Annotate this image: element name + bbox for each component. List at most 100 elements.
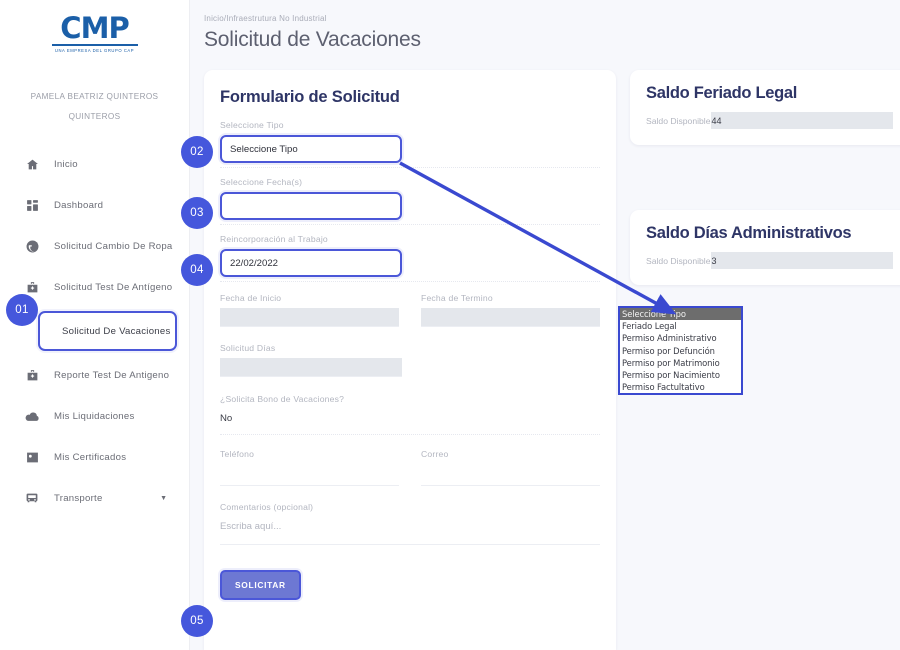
- divider: [220, 281, 600, 282]
- sidebar-item-label: Solicitud De Vacaciones: [62, 325, 171, 337]
- sidebar-item-label: Mis Liquidaciones: [54, 410, 135, 422]
- fechas-input[interactable]: [220, 192, 402, 220]
- field-comentarios-label: Comentarios (opcional): [220, 502, 314, 512]
- sidebar: CMP UNA EMPRESA DEL GRUPO CAP PAMELA BEA…: [0, 0, 190, 650]
- card-title: Saldo Días Administrativos: [646, 224, 852, 242]
- user-name-line2: QUINTEROS: [68, 112, 121, 121]
- card-label: Saldo Disponible: [646, 115, 711, 126]
- field-comentarios: Comentarios (opcional) Escriba aquí...: [220, 502, 600, 545]
- correo-input[interactable]: [421, 464, 600, 486]
- step-badge-04: 04: [181, 254, 213, 286]
- sidebar-item-mis-certificados[interactable]: Mis Certificados: [0, 440, 177, 474]
- reincorporacion-input[interactable]: 22/02/2022: [220, 249, 402, 277]
- fecha-inicio-input[interactable]: [220, 308, 399, 327]
- brand-logo: CMP UNA EMPRESA DEL GRUPO CAP: [0, 0, 189, 53]
- step-badge-05: 05: [181, 605, 213, 637]
- sidebar-item-transporte[interactable]: Transporte ▼: [0, 481, 177, 515]
- sidebar-item-label: Inicio: [54, 158, 78, 170]
- sidebar-item-mis-liquidaciones[interactable]: Mis Liquidaciones: [0, 399, 177, 433]
- field-correo-label: Correo: [421, 449, 449, 459]
- home-icon: [22, 155, 42, 173]
- cloud-icon: [22, 407, 42, 425]
- field-correo: Correo: [421, 449, 600, 486]
- contact-row: Teléfono Correo: [220, 449, 600, 486]
- logo-text: CMP: [60, 11, 129, 45]
- bus-icon: [22, 489, 42, 507]
- card-value: 3: [710, 252, 893, 269]
- dropdown-option[interactable]: Permiso por Defunción: [620, 345, 741, 357]
- logo-tagline: UNA EMPRESA DEL GRUPO CAP: [54, 48, 135, 53]
- field-tipo: Seleccione Tipo Seleccione Tipo: [220, 120, 600, 168]
- step-badge-01: 01: [6, 294, 38, 326]
- field-fecha-termino: Fecha de Termino: [421, 293, 600, 327]
- field-tipo-label: Seleccione Tipo: [220, 120, 284, 130]
- sidebar-item-reporte-antigeno[interactable]: Reporte Test De Antigeno: [0, 358, 177, 392]
- field-fecha-inicio-label: Fecha de Inicio: [220, 293, 282, 303]
- field-reincorporacion: Reincorporación al Trabajo 22/02/2022: [220, 234, 600, 282]
- fecha-termino-input[interactable]: [421, 308, 600, 327]
- field-bono-label: ¿Solicita Bono de Vacaciones?: [220, 394, 345, 404]
- card-label: Saldo Disponible: [646, 255, 711, 266]
- saldo-feriado-legal-card: Saldo Feriado Legal Saldo Disponible 44: [630, 70, 900, 145]
- solicitud-dias-input[interactable]: [220, 358, 402, 377]
- field-fechas-label: Seleccione Fecha(s): [220, 177, 303, 187]
- sidebar-item-label: Solicitud Cambio De Ropa: [54, 240, 173, 252]
- dates-row: Fecha de Inicio Fecha de Termino: [220, 293, 600, 327]
- dropdown-option[interactable]: Permiso por Matrimonio: [620, 357, 741, 369]
- sidebar-item-dashboard[interactable]: Dashboard: [0, 188, 177, 222]
- refresh-circle-icon: [22, 237, 42, 255]
- sidebar-item-label: Dashboard: [54, 199, 104, 211]
- step-badge-03: 03: [181, 197, 213, 229]
- field-reincorporacion-label: Reincorporación al Trabajo: [220, 234, 328, 244]
- sidebar-item-label: Reporte Test De Antigeno: [54, 369, 170, 381]
- chevron-down-icon[interactable]: ▼: [160, 495, 167, 502]
- breadcrumb: Inicio/Infraestrutura No Industrial: [204, 14, 327, 23]
- field-telefono: Teléfono: [220, 449, 399, 486]
- sidebar-item-inicio[interactable]: Inicio: [0, 147, 177, 181]
- id-card-icon: [22, 448, 42, 466]
- sidebar-nav: Inicio Dashboard Solicitud Cambio De Rop…: [0, 147, 189, 515]
- app-root: CMP UNA EMPRESA DEL GRUPO CAP PAMELA BEA…: [0, 0, 900, 650]
- field-fecha-inicio: Fecha de Inicio: [220, 293, 399, 327]
- user-name-line1: PAMELA BEATRIZ QUINTEROS: [30, 92, 159, 101]
- user-name: PAMELA BEATRIZ QUINTEROS QUINTEROS: [12, 87, 177, 127]
- form-title: Formulario de Solicitud: [220, 88, 400, 106]
- field-solicitud-dias-label: Solicitud Días: [220, 343, 276, 353]
- field-bono: ¿Solicita Bono de Vacaciones? No: [220, 394, 600, 435]
- card-value: 44: [710, 112, 893, 129]
- sidebar-item-label: Mis Certificados: [54, 451, 127, 463]
- card-title: Saldo Feriado Legal: [646, 84, 798, 102]
- card-row: Saldo Disponible 3: [646, 252, 900, 269]
- page-header: Inicio/Infraestrutura No Industrial Soli…: [190, 0, 900, 52]
- medical-kit-icon: [22, 366, 42, 384]
- divider: [220, 167, 600, 168]
- card-row: Saldo Disponible 44: [646, 112, 900, 129]
- request-form-card: Formulario de Solicitud Seleccione Tipo …: [204, 70, 616, 650]
- saldo-dias-administrativos-card: Saldo Días Administrativos Saldo Disponi…: [630, 210, 900, 285]
- sidebar-item-label: Transporte: [54, 492, 103, 504]
- dashboard-grid-icon: [22, 196, 42, 214]
- field-fecha-termino-label: Fecha de Termino: [421, 293, 493, 303]
- sidebar-item-label: Solicitud Test De Antígeno: [54, 281, 173, 293]
- solicitar-button[interactable]: SOLICITAR: [220, 570, 301, 600]
- divider: [220, 434, 600, 435]
- dropdown-option[interactable]: Feriado Legal: [620, 320, 741, 332]
- dropdown-option[interactable]: Permiso por Nacimiento: [620, 369, 741, 381]
- step-badge-02: 02: [181, 136, 213, 168]
- divider: [220, 224, 600, 225]
- sidebar-item-solicitud-vacaciones[interactable]: Solicitud De Vacaciones: [38, 311, 177, 351]
- page-title: Solicitud de Vacaciones: [204, 28, 421, 51]
- bono-value[interactable]: No: [220, 409, 600, 430]
- sidebar-item-cambio-ropa[interactable]: Solicitud Cambio De Ropa: [0, 229, 177, 263]
- dropdown-option[interactable]: Permiso Administrativo: [620, 332, 741, 344]
- field-telefono-label: Teléfono: [220, 449, 255, 459]
- telefono-input[interactable]: [220, 464, 399, 486]
- field-solicitud-dias: Solicitud Días: [220, 343, 600, 377]
- main-content: Inicio/Infraestrutura No Industrial Soli…: [190, 0, 900, 650]
- dropdown-option[interactable]: Permiso Factultativo: [620, 381, 741, 393]
- dropdown-option[interactable]: Seleccione Tipo: [620, 308, 741, 321]
- tipo-select[interactable]: Seleccione Tipo: [220, 135, 402, 163]
- tipo-dropdown-list[interactable]: Seleccione Tipo Feriado Legal Permiso Admi…: [618, 306, 743, 396]
- comentarios-input[interactable]: Escriba aquí...: [220, 517, 600, 545]
- field-fechas: Seleccione Fecha(s): [220, 177, 600, 225]
